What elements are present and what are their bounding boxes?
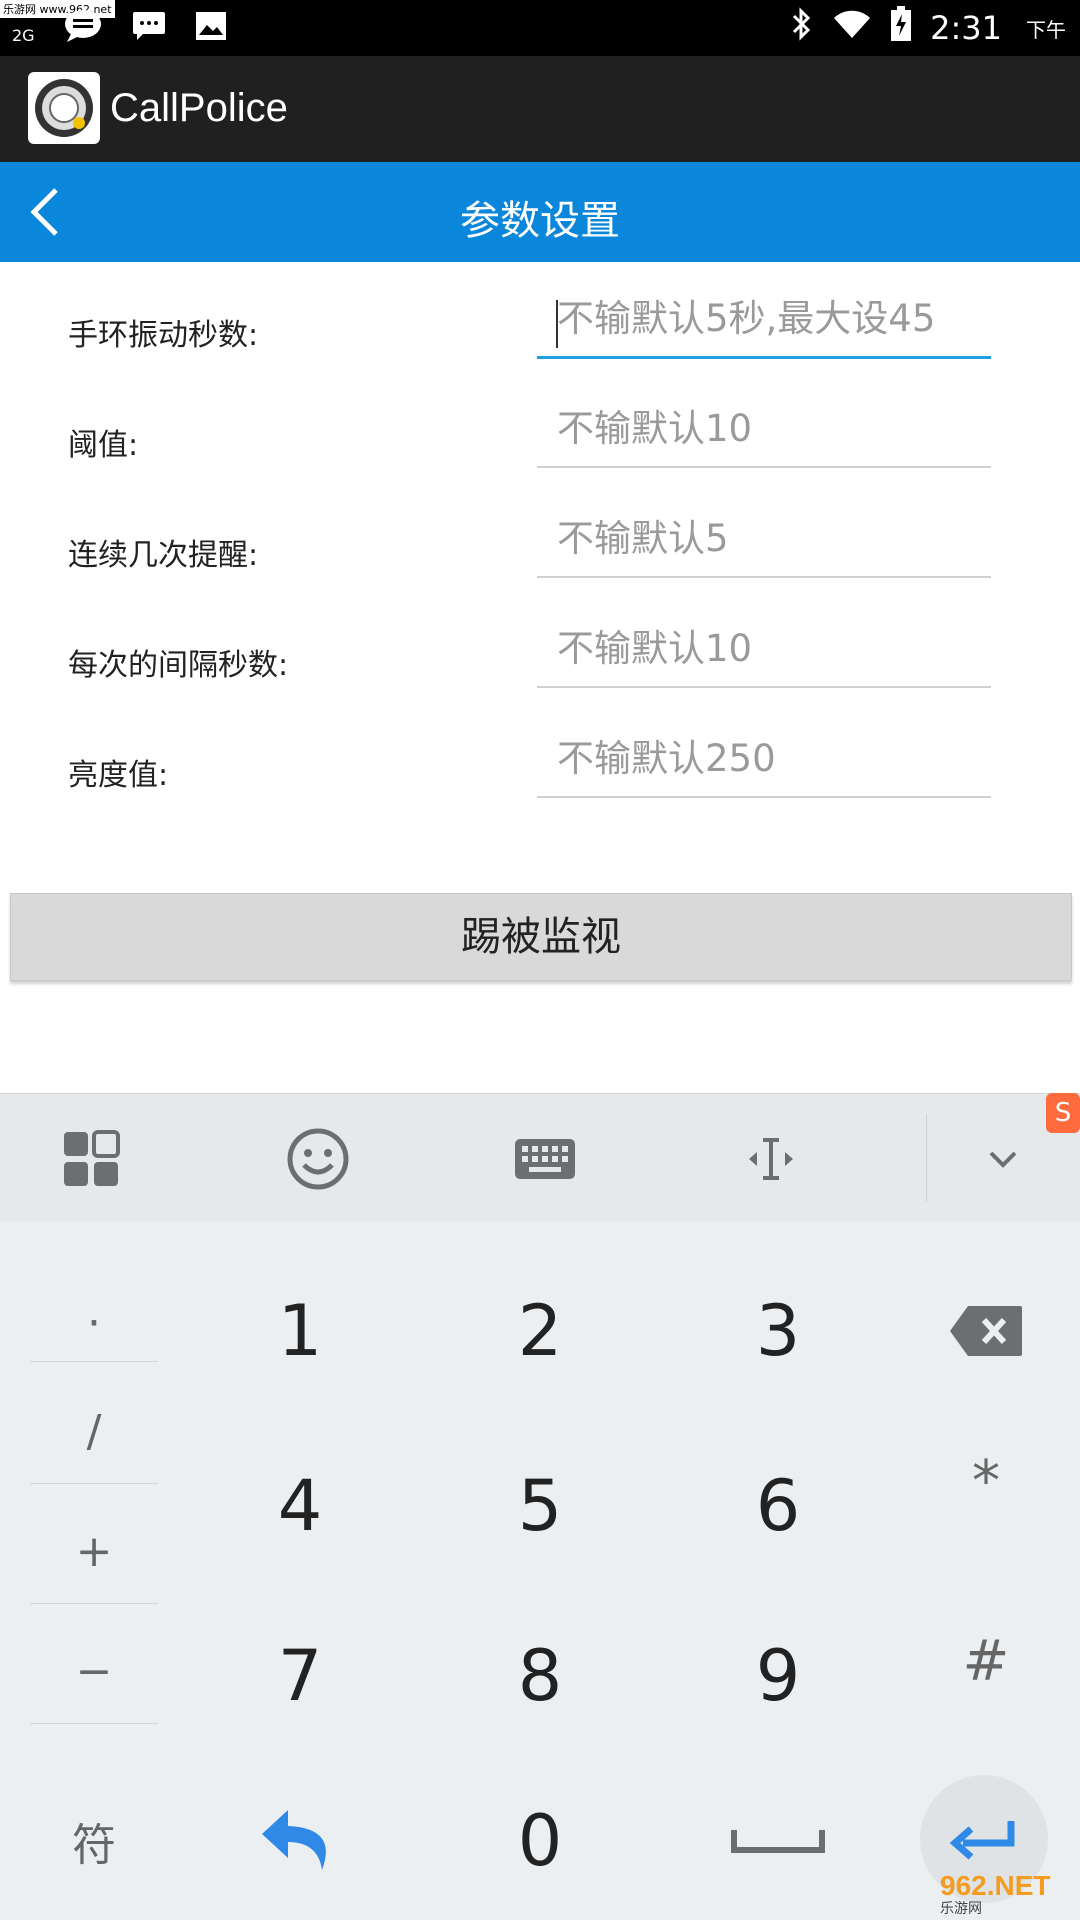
wifi-icon xyxy=(832,8,872,48)
text-cursor-icon xyxy=(749,1138,793,1180)
battery-icon xyxy=(890,6,912,50)
nav-bar: 参数设置 xyxy=(0,162,1080,262)
app-logo-icon xyxy=(28,72,100,144)
settings-form: 手环振动秒数: 阈值: 连续几次提醒: 每次的间隔秒数: 亮度值: xyxy=(0,262,1080,812)
label-threshold: 阈值: xyxy=(68,428,139,463)
sms-icon xyxy=(131,10,167,46)
kick-monitored-button[interactable]: 踢被监视 xyxy=(10,893,1072,981)
numeric-keyboard: · / + − 1 2 3 4 5 6 * 7 8 9 # 符 0 xyxy=(0,1221,1080,1920)
input-underline xyxy=(537,466,991,468)
menu-grid-button[interactable] xyxy=(56,1124,126,1194)
key-6[interactable]: 6 xyxy=(688,1426,868,1586)
backspace-icon xyxy=(950,1306,1022,1356)
key-8[interactable]: 8 xyxy=(450,1596,630,1756)
form-row-interval-seconds: 每次的间隔秒数: xyxy=(0,592,1080,702)
message-icon xyxy=(63,8,103,48)
clock-time: 2:31 xyxy=(930,9,1002,47)
backspace-key[interactable] xyxy=(896,1251,1076,1411)
form-row-threshold: 阈值: xyxy=(0,372,1080,482)
label-reminder-count: 连续几次提醒: xyxy=(68,538,259,573)
toolbar-divider xyxy=(926,1114,927,1202)
form-row-vibration-seconds: 手环振动秒数: xyxy=(0,262,1080,372)
keyboard-toolbar xyxy=(0,1093,1080,1222)
reminder-count-input[interactable] xyxy=(537,512,1011,564)
page-title: 参数设置 xyxy=(460,198,620,244)
key-asterisk[interactable]: * xyxy=(896,1401,1076,1561)
key-1[interactable]: 1 xyxy=(210,1251,390,1411)
key-dot[interactable]: · xyxy=(30,1263,158,1383)
return-key[interactable] xyxy=(210,1761,390,1921)
input-underline xyxy=(537,796,991,798)
symbols-key[interactable]: 符 xyxy=(4,1761,184,1921)
threshold-input[interactable] xyxy=(537,402,1011,454)
sogou-logo-icon: S xyxy=(1046,1093,1080,1133)
input-underline xyxy=(537,356,991,359)
key-2[interactable]: 2 xyxy=(450,1251,630,1411)
key-0[interactable]: 0 xyxy=(450,1761,630,1921)
status-bar: 乐游网 www.962.net 2G 2:31 下午 xyxy=(0,0,1080,56)
undo-arrow-icon xyxy=(262,1810,326,1870)
form-row-reminder-count: 连续几次提醒: xyxy=(0,482,1080,592)
separator xyxy=(30,1723,158,1724)
interval-seconds-input[interactable] xyxy=(537,622,1011,674)
key-3[interactable]: 3 xyxy=(688,1251,868,1411)
signal-icon: 2G xyxy=(12,25,35,45)
key-slash[interactable]: / xyxy=(30,1371,158,1491)
key-9[interactable]: 9 xyxy=(688,1596,868,1756)
hide-keyboard-button[interactable] xyxy=(968,1124,1038,1194)
space-key[interactable] xyxy=(688,1761,868,1921)
vibration-seconds-input[interactable] xyxy=(537,292,1011,344)
key-plus[interactable]: + xyxy=(30,1491,158,1611)
key-minus[interactable]: − xyxy=(30,1611,158,1731)
label-interval-seconds: 每次的间隔秒数: xyxy=(68,648,289,683)
key-hash[interactable]: # xyxy=(896,1581,1076,1741)
space-icon xyxy=(731,1830,825,1853)
status-right-icons: 2:31 下午 xyxy=(790,6,1066,50)
label-brightness: 亮度值: xyxy=(68,758,169,793)
chevron-down-icon xyxy=(989,1151,1017,1168)
key-5[interactable]: 5 xyxy=(450,1426,630,1586)
clock-ampm: 下午 xyxy=(1026,17,1066,42)
input-underline xyxy=(537,576,991,578)
key-4[interactable]: 4 xyxy=(210,1426,390,1586)
image-icon xyxy=(195,11,227,45)
separator xyxy=(30,1603,158,1604)
status-left-icons: 2G xyxy=(10,8,227,48)
enter-arrow-icon xyxy=(949,1821,1015,1860)
app-bar: CallPolice xyxy=(0,56,1080,162)
watermark-sub: 乐游网 xyxy=(940,1900,982,1916)
form-row-brightness: 亮度值: xyxy=(0,702,1080,812)
text-cursor xyxy=(556,300,558,348)
separator xyxy=(30,1361,158,1362)
label-vibration-seconds: 手环振动秒数: xyxy=(68,318,259,353)
emoji-button[interactable] xyxy=(283,1124,353,1194)
key-7[interactable]: 7 xyxy=(210,1596,390,1756)
keyboard-switch-button[interactable] xyxy=(510,1124,580,1194)
cursor-move-button[interactable] xyxy=(736,1124,806,1194)
bluetooth-icon xyxy=(790,7,814,49)
input-underline xyxy=(537,686,991,688)
app-title: CallPolice xyxy=(110,86,288,130)
keyboard-icon xyxy=(515,1139,575,1179)
watermark-logo: 962.NET 乐游网 xyxy=(940,1870,1051,1918)
watermark-brand: 962.NET xyxy=(940,1870,1051,1901)
brightness-input[interactable] xyxy=(537,732,1011,784)
grid-icon xyxy=(64,1130,120,1186)
separator xyxy=(30,1483,158,1484)
smiley-icon xyxy=(287,1128,349,1190)
